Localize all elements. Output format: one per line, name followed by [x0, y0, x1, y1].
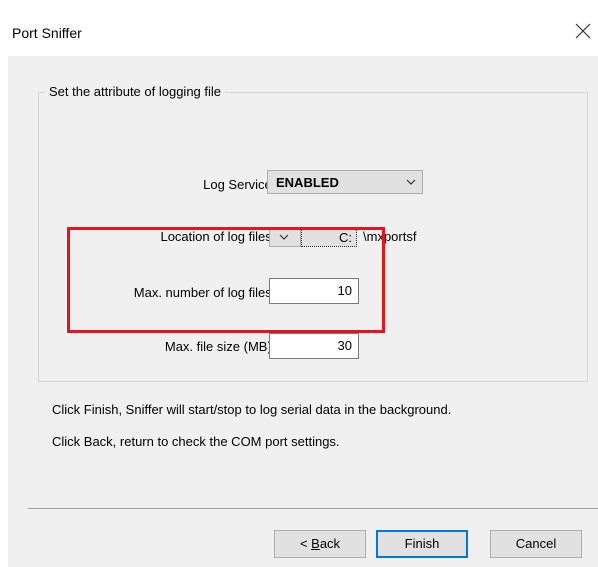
cancel-button[interactable]: Cancel [490, 530, 582, 558]
max-size-label: Max. file size (MB) : [164, 339, 279, 354]
log-service-dropdown[interactable]: ENABLED [267, 170, 423, 194]
chevron-down-icon [406, 179, 416, 185]
max-files-label: Max. number of log files : [133, 285, 279, 300]
info-line-back: Click Back, return to check the COM port… [52, 434, 340, 449]
max-size-input[interactable]: 30 [269, 333, 359, 359]
back-prefix: < [299, 536, 312, 551]
info-line-finish: Click Finish, Sniffer will start/stop to… [52, 402, 452, 417]
log-service-value: ENABLED [276, 175, 339, 190]
back-rest: ack [319, 536, 341, 551]
dialog-body: Set the attribute of logging file Log Se… [8, 56, 598, 567]
separator [28, 508, 598, 509]
close-icon[interactable] [574, 22, 592, 40]
finish-button[interactable]: Finish [376, 530, 468, 558]
window-title: Port Sniffer [12, 25, 82, 41]
title-bar: Port Sniffer [0, 0, 598, 56]
logging-attributes-group: Set the attribute of logging file Log Se… [38, 84, 588, 382]
back-hotkey: B [311, 536, 320, 551]
max-files-input[interactable]: 10 [269, 278, 359, 304]
group-legend: Set the attribute of logging file [45, 84, 226, 99]
back-button[interactable]: < Back [274, 530, 366, 558]
